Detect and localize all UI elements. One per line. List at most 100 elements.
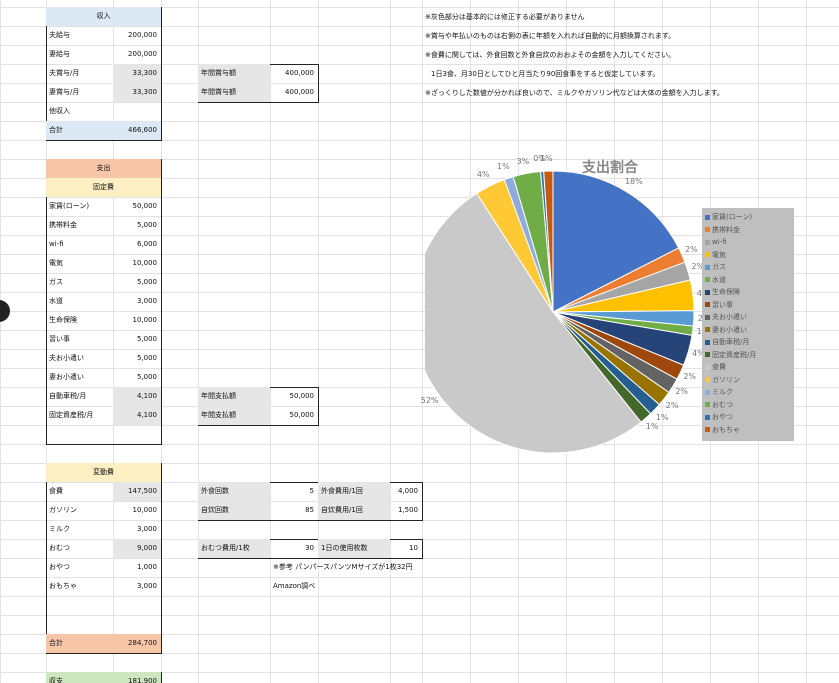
diaper-cost-value[interactable]: 30 xyxy=(270,539,318,558)
fixed-expense-label[interactable]: 電気 xyxy=(46,254,113,273)
chart-legend: 家賃(ローン) 携帯料金 wi-fi 電気 ガス 水道 生命保険 習い事 夫お小遣い 妻お小遣い自… xyxy=(702,208,794,441)
home-count-value[interactable]: 85 xyxy=(270,501,318,520)
legend-label: おやつ xyxy=(712,413,733,421)
income-value[interactable]: 33,300 xyxy=(113,64,161,83)
fixed-expense-label[interactable]: 水道 xyxy=(46,292,113,311)
income-label[interactable]: 夫賞与/月 xyxy=(46,64,113,83)
variable-expense-value[interactable]: 3,000 xyxy=(113,520,161,539)
legend-swatch xyxy=(705,427,710,432)
fixed-expense-label[interactable]: 家賃(ローン) xyxy=(46,197,113,216)
fixed-expense-value[interactable]: 10,000 xyxy=(113,311,161,330)
expense-pie-chart[interactable]: 支出割合 18%2%2%4%2%1%4%2%2%2%1%1%52%4%1%3%0… xyxy=(421,152,795,462)
income-header[interactable]: 収入 xyxy=(46,7,161,26)
fixed-expense-label[interactable]: 携帯料金 xyxy=(46,216,113,235)
income-value[interactable] xyxy=(113,102,161,121)
scroll-handle[interactable] xyxy=(0,300,10,322)
variable-expense-value[interactable]: 9,000 xyxy=(113,539,161,558)
tax-label[interactable]: 年間支払額 xyxy=(198,406,270,425)
variable-expense-label[interactable]: ミルク xyxy=(46,520,113,539)
spreadsheet[interactable]: 収入 夫給与 200,000 妻給与 200,000 夫賞与/月 33,300 妻賞与/月 33… xyxy=(0,0,839,683)
fixed-expense-label[interactable]: wi-fi xyxy=(46,235,113,254)
variable-expense-value[interactable]: 1,000 xyxy=(113,558,161,577)
legend-swatch xyxy=(705,264,710,270)
slice-percent-label: 3% xyxy=(516,156,530,166)
slice-percent-label: 2% xyxy=(684,245,698,255)
variable-expense-value[interactable]: 10,000 xyxy=(113,501,161,520)
tax-value[interactable]: 50,000 xyxy=(270,387,318,406)
diaper-reference-note[interactable]: ※参考 パンパースパンツMサイズが1枚32円 xyxy=(270,558,430,577)
income-total-label[interactable]: 合計 xyxy=(46,121,113,140)
eat-out-cost-label[interactable]: 外食費用/1回 xyxy=(318,482,390,501)
fixed-expense-label[interactable]: 妻お小遣い xyxy=(46,368,113,387)
fixed-expense-label[interactable]: 習い事 xyxy=(46,330,113,349)
fixed-expense-label[interactable]: ガス xyxy=(46,273,113,292)
tax-value[interactable]: 50,000 xyxy=(270,406,318,425)
slice-percent-label: 18% xyxy=(624,176,643,186)
fixed-expense-value[interactable]: 10,000 xyxy=(113,254,161,273)
income-value[interactable]: 200,000 xyxy=(113,26,161,45)
variable-expense-value[interactable]: 147,500 xyxy=(113,482,161,501)
eat-out-cost-value[interactable]: 4,000 xyxy=(390,482,422,501)
bonus-value[interactable]: 400,000 xyxy=(270,83,318,102)
variable-expense-label[interactable]: 食費 xyxy=(46,482,113,501)
instruction-note: 1日3食、月30日としてひと月当たり90回食事をすると仮定しています。 xyxy=(431,70,660,78)
fixed-expense-value[interactable]: 5,000 xyxy=(113,349,161,368)
fixed-expense-value[interactable]: 5,000 xyxy=(113,368,161,387)
fixed-expense-label[interactable]: 生命保険 xyxy=(46,311,113,330)
fixed-expense-label[interactable]: 夫お小遣い xyxy=(46,349,113,368)
eat-out-count-value[interactable]: 5 xyxy=(270,482,318,501)
expense-header[interactable]: 支出 xyxy=(46,159,161,178)
income-value[interactable]: 200,000 xyxy=(113,45,161,64)
income-label[interactable]: 他収入 xyxy=(46,102,113,121)
bonus-label[interactable]: 年間賞与額 xyxy=(198,64,270,83)
diaper-reference-source[interactable]: Amazon調べ xyxy=(270,577,350,596)
legend-item: ガス xyxy=(705,262,726,272)
slice-percent-label: 4% xyxy=(476,170,490,180)
expense-total-value[interactable]: 284,700 xyxy=(113,634,161,653)
fixed-expense-value[interactable]: 4,100 xyxy=(113,406,161,425)
bonus-value[interactable]: 400,000 xyxy=(270,64,318,83)
income-label[interactable]: 妻賞与/月 xyxy=(46,83,113,102)
tax-label[interactable]: 年間支払額 xyxy=(198,387,270,406)
income-total-value[interactable]: 466,600 xyxy=(113,121,161,140)
fixed-expense-value[interactable]: 5,000 xyxy=(113,273,161,292)
legend-item: 生命保険 xyxy=(705,287,740,297)
fixed-expense-value[interactable]: 3,000 xyxy=(113,292,161,311)
income-label[interactable]: 夫給与 xyxy=(46,26,113,45)
fixed-cost-header[interactable]: 固定費 xyxy=(46,178,161,197)
diaper-cost-label[interactable]: おむつ費用/1枚 xyxy=(198,539,270,558)
variable-expense-label[interactable]: おもちゃ xyxy=(46,577,113,596)
legend-item: 自動車税/月 xyxy=(705,337,749,347)
legend-item: 家賃(ローン) xyxy=(705,212,752,222)
legend-swatch xyxy=(705,364,710,370)
legend-item: ミルク xyxy=(705,387,733,397)
home-count-label[interactable]: 自炊回数 xyxy=(198,501,270,520)
home-cost-value[interactable]: 1,500 xyxy=(390,501,422,520)
expense-total-label[interactable]: 合計 xyxy=(46,634,113,653)
diaper-daily-value[interactable]: 10 xyxy=(390,539,422,558)
home-cost-label[interactable]: 自炊費用/1回 xyxy=(318,501,390,520)
fixed-expense-value[interactable]: 5,000 xyxy=(113,216,161,235)
variable-expense-label[interactable]: おやつ xyxy=(46,558,113,577)
fixed-expense-label[interactable]: 固定資産税/月 xyxy=(46,406,113,425)
eat-out-count-label[interactable]: 外食回数 xyxy=(198,482,270,501)
variable-expense-label[interactable]: ガソリン xyxy=(46,501,113,520)
diaper-daily-label[interactable]: 1日の使用枚数 xyxy=(318,539,390,558)
legend-item: おもちゃ xyxy=(705,425,740,435)
fixed-expense-label[interactable]: 自動車税/月 xyxy=(46,387,113,406)
fixed-expense-value[interactable]: 6,000 xyxy=(113,235,161,254)
fixed-expense-value[interactable]: 4,100 xyxy=(113,387,161,406)
variable-cost-header[interactable]: 変動費 xyxy=(46,463,161,482)
income-label[interactable]: 妻給与 xyxy=(46,45,113,64)
balance-label[interactable]: 収支 xyxy=(46,672,113,683)
fixed-expense-value[interactable]: 50,000 xyxy=(113,197,161,216)
bonus-label[interactable]: 年間賞与額 xyxy=(198,83,270,102)
legend-swatch xyxy=(705,277,710,282)
variable-expense-value[interactable]: 3,000 xyxy=(113,577,161,596)
balance-value[interactable]: 181,900 xyxy=(113,672,161,683)
fixed-expense-value[interactable]: 5,000 xyxy=(113,330,161,349)
income-value[interactable]: 33,300 xyxy=(113,83,161,102)
variable-expense-label[interactable]: おむつ xyxy=(46,539,113,558)
legend-item: ガソリン xyxy=(705,375,740,385)
legend-swatch xyxy=(705,389,710,395)
